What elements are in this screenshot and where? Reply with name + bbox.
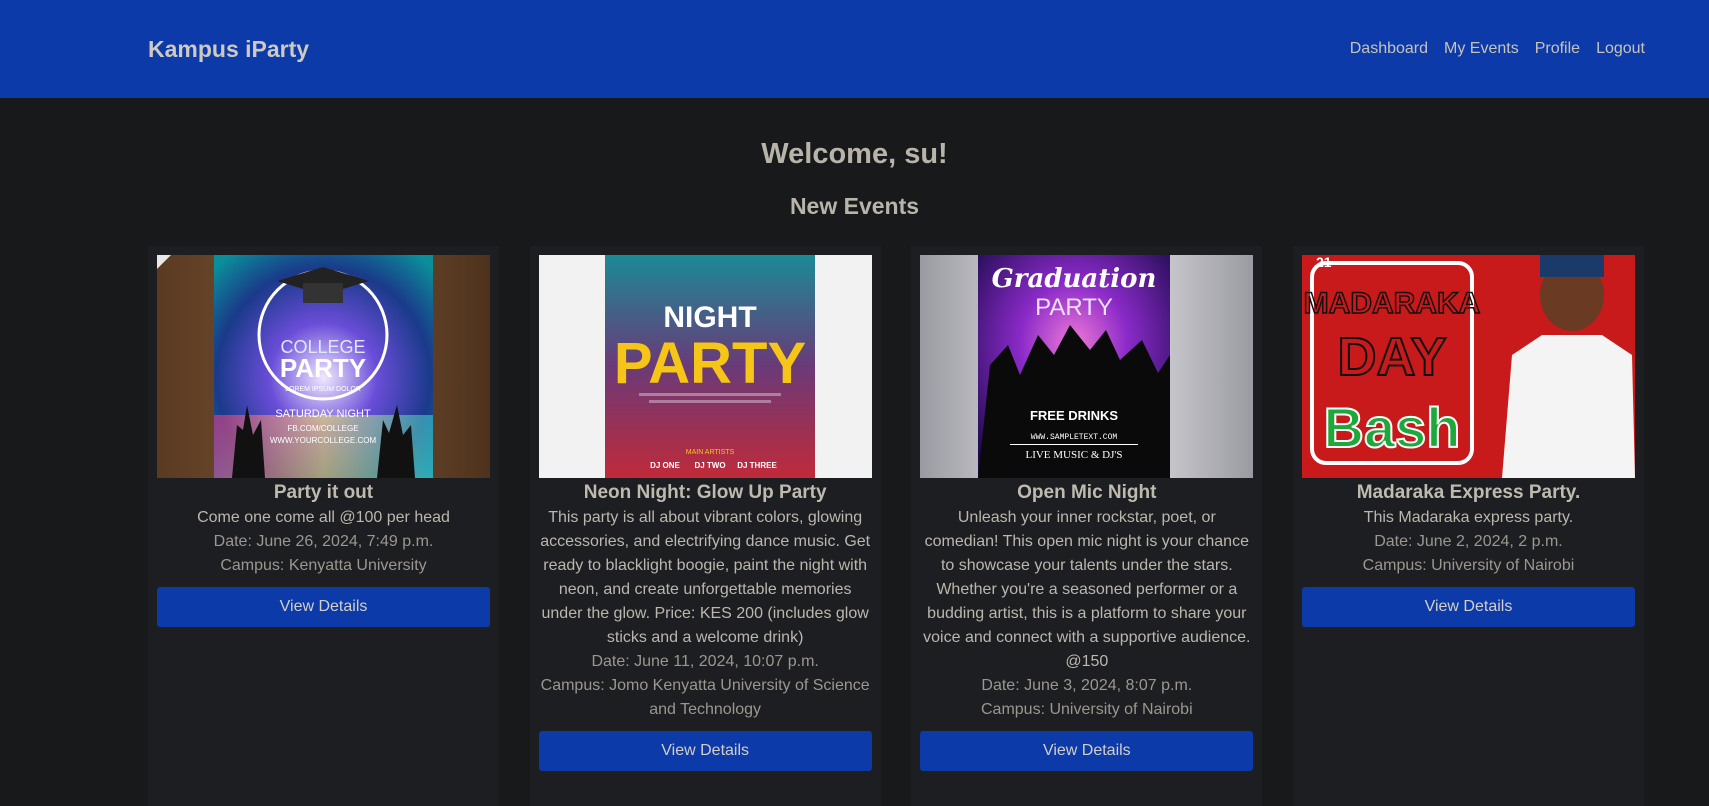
poster-text-party: PARTY	[280, 353, 366, 383]
poster-text-party: PARTY	[1035, 294, 1113, 321]
poster-text-artists: MAIN ARTISTS	[685, 449, 734, 456]
poster-text-number: 21	[1316, 255, 1332, 270]
brand-logo-link[interactable]: Kampus iParty	[148, 36, 309, 63]
event-poster-image: 21 MADARAKA DAY Bash	[1301, 255, 1635, 478]
poster-text-site: WWW.SAMPLETEXT.COM	[1031, 433, 1118, 442]
poster-text-fb: FB.COM/COLLEGE	[287, 424, 358, 433]
poster-text-night: NIGHT	[663, 301, 756, 334]
nav-link-profile[interactable]: Profile	[1535, 40, 1580, 58]
event-card-grid: COLLEGE PARTY LOREM IPSUM DOLOR SATURDAY…	[148, 246, 1644, 806]
event-date: Date: June 26, 2024, 7:49 p.m.	[213, 533, 434, 550]
event-title: Open Mic Night	[1017, 482, 1157, 503]
poster-text-party: PARTY	[614, 331, 806, 396]
poster-text-www: WWW.YOURCOLLEGE.COM	[270, 436, 377, 445]
view-details-button[interactable]: View Details	[920, 731, 1254, 771]
poster-text-madaraka: MADARAKA	[1304, 287, 1481, 320]
poster-text-dj-one: DJ ONE	[650, 461, 680, 470]
nav-links: Dashboard My Events Profile Logout	[1350, 40, 1645, 58]
poster-text-lorem: LOREM IPSUM DOLOR	[285, 386, 361, 393]
poster-text-dj-two: DJ TWO	[694, 461, 725, 470]
nav-link-logout[interactable]: Logout	[1596, 40, 1645, 58]
event-title: Neon Night: Glow Up Party	[583, 482, 827, 503]
poster-text-saturday: SATURDAY NIGHT	[275, 408, 371, 420]
event-campus: Campus: University of Nairobi	[981, 701, 1193, 718]
view-details-button[interactable]: View Details	[157, 587, 490, 627]
event-card: Graduation PARTY FREE DRINKS WWW.SAMPLET…	[911, 246, 1263, 806]
new-events-heading: New Events	[789, 193, 920, 219]
event-date: Date: June 11, 2024, 10:07 p.m.	[591, 653, 819, 670]
event-poster-image: NIGHT PARTY MAIN ARTISTS DJ ONE DJ TWO D…	[538, 255, 872, 478]
event-poster-image: Graduation PARTY FREE DRINKS WWW.SAMPLET…	[920, 255, 1254, 478]
event-title: Madaraka Express Party.	[1356, 482, 1581, 503]
event-poster-image: COLLEGE PARTY LOREM IPSUM DOLOR SATURDAY…	[157, 255, 490, 478]
poster-text-bash: Bash	[1324, 396, 1461, 459]
event-description: Come one come all @100 per head	[197, 509, 450, 526]
event-card: 21 MADARAKA DAY Bash Madaraka Express Pa…	[1292, 246, 1644, 806]
event-campus: Campus: Jomo Kenyatta University of Scie…	[540, 677, 870, 718]
event-campus: Campus: Kenyatta University	[220, 557, 427, 574]
view-details-button[interactable]: View Details	[1301, 587, 1635, 627]
event-card: COLLEGE PARTY LOREM IPSUM DOLOR SATURDAY…	[148, 246, 499, 806]
event-description: This Madaraka express party.	[1363, 509, 1574, 526]
poster-text-dj-three: DJ THREE	[737, 461, 777, 470]
event-description: This party is all about vibrant colors, …	[540, 509, 871, 646]
event-date: Date: June 3, 2024, 8:07 p.m.	[981, 677, 1193, 694]
poster-text-graduation: Graduation	[992, 264, 1157, 294]
nav-link-dashboard[interactable]: Dashboard	[1350, 40, 1428, 58]
poster-text-live-music: LIVE MUSIC & DJ'S	[1026, 449, 1123, 461]
event-title: Party it out	[273, 482, 374, 503]
event-campus: Campus: University of Nairobi	[1362, 557, 1575, 574]
nav-link-my-events[interactable]: My Events	[1444, 40, 1519, 58]
view-details-button[interactable]: View Details	[538, 731, 872, 771]
event-card: NIGHT PARTY MAIN ARTISTS DJ ONE DJ TWO D…	[529, 246, 881, 806]
navbar: Kampus iParty Dashboard My Events Profil…	[0, 0, 1709, 98]
poster-text-free-drinks: FREE DRINKS	[1030, 408, 1118, 423]
welcome-heading: Welcome, su!	[761, 138, 948, 170]
poster-text-day: DAY	[1337, 327, 1446, 387]
event-date: Date: June 2, 2024, 2 p.m.	[1374, 533, 1563, 550]
event-description: Unleash your inner rockstar, poet, or co…	[923, 509, 1251, 670]
